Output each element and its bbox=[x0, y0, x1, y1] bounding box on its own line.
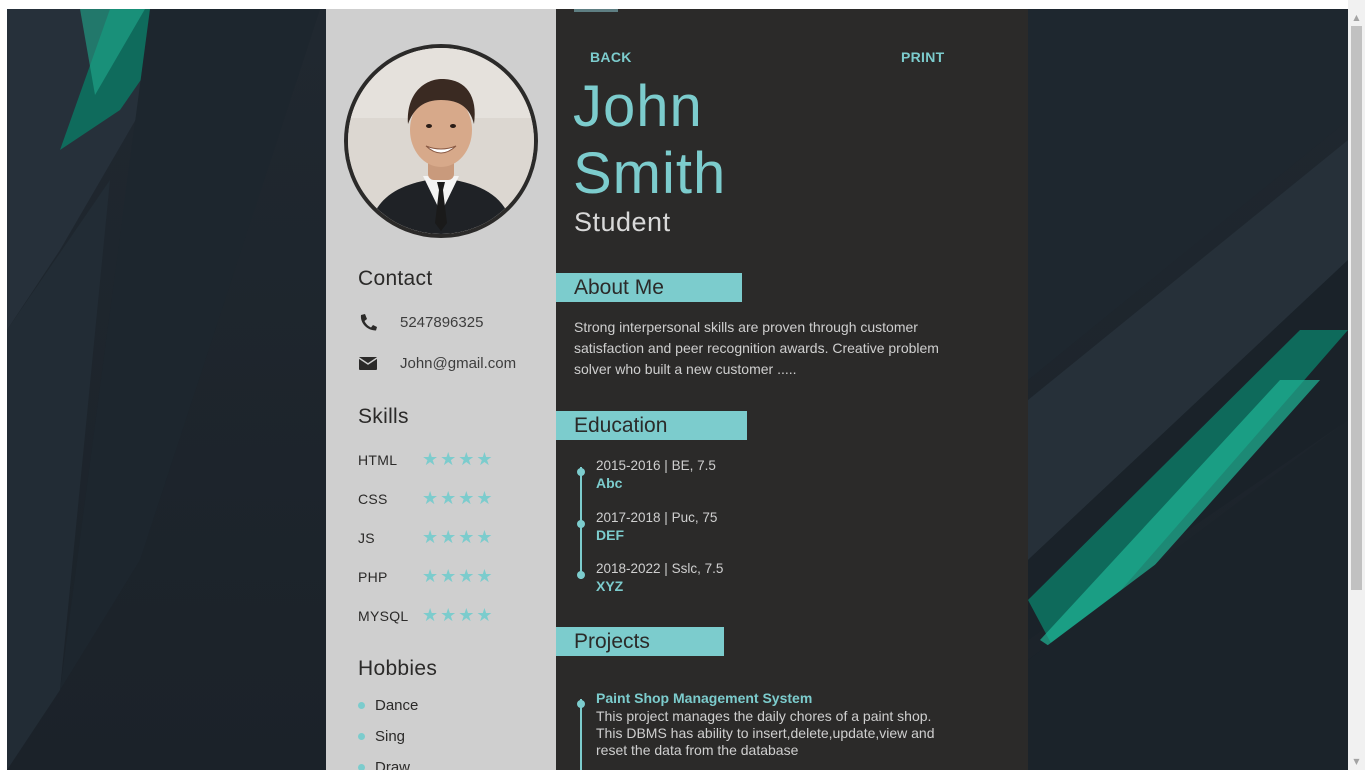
star-icon: ★ bbox=[440, 605, 457, 626]
email-address: John@gmail.com bbox=[400, 354, 517, 372]
timeline-dot bbox=[577, 700, 585, 708]
star-icon: ★ bbox=[440, 527, 457, 548]
about-heading: About Me bbox=[556, 273, 742, 302]
about-text: Strong interpersonal skills are proven t… bbox=[574, 319, 939, 377]
skill-name: JS bbox=[358, 530, 375, 546]
star-icon: ★ bbox=[476, 488, 493, 509]
scrollbar-thumb[interactable] bbox=[1351, 26, 1362, 590]
phone-icon bbox=[358, 313, 378, 331]
envelope-icon bbox=[358, 354, 378, 372]
star-icon: ★ bbox=[476, 527, 493, 548]
star-icon: ★ bbox=[422, 566, 439, 587]
star-icon: ★ bbox=[440, 566, 457, 587]
last-name: Smith bbox=[573, 141, 727, 206]
projects-heading: Projects bbox=[556, 627, 724, 656]
star-icon: ★ bbox=[458, 449, 475, 470]
hobby-label: Draw bbox=[375, 758, 411, 770]
resume-sidebar: Contact 5247896325 John@gmail.com Skills… bbox=[326, 9, 556, 770]
browser-left-edge bbox=[0, 0, 7, 770]
education-school: DEF bbox=[596, 527, 624, 543]
star-icon: ★ bbox=[458, 488, 475, 509]
education-year: 2015-2016 | BE, 7.5 bbox=[596, 458, 716, 473]
project-title: Paint Shop Management System bbox=[596, 690, 813, 706]
star-icon: ★ bbox=[422, 527, 439, 548]
education-heading: Education bbox=[556, 411, 747, 440]
skill-row-html: HTML ★ ★ ★ ★ bbox=[358, 450, 493, 470]
timeline-dot bbox=[577, 520, 585, 528]
contact-phone[interactable]: 5247896325 bbox=[358, 311, 483, 333]
bullet-icon bbox=[358, 763, 365, 770]
skill-name: HTML bbox=[358, 452, 398, 468]
education-school: Abc bbox=[596, 475, 623, 491]
back-link[interactable]: BACK bbox=[590, 49, 632, 65]
skill-row-css: CSS ★ ★ ★ ★ bbox=[358, 489, 493, 509]
star-icon: ★ bbox=[458, 605, 475, 626]
project-description: This project manages the daily chores of… bbox=[596, 708, 935, 758]
timeline-dot bbox=[577, 571, 585, 579]
page-scrollbar[interactable]: ▲ ▼ bbox=[1348, 0, 1365, 770]
job-role: Student bbox=[574, 207, 671, 237]
star-icon: ★ bbox=[422, 488, 439, 509]
browser-top-edge bbox=[0, 0, 1365, 9]
top-tab-indicator bbox=[574, 9, 618, 12]
skills-heading: Skills bbox=[358, 405, 409, 428]
star-icon: ★ bbox=[476, 449, 493, 470]
profile-photo bbox=[348, 48, 534, 234]
phone-number: 5247896325 bbox=[400, 313, 484, 331]
hobby-item: Sing bbox=[358, 726, 405, 746]
resume-card: Contact 5247896325 John@gmail.com Skills… bbox=[326, 9, 1028, 770]
resume-main: BACK PRINT John Smith Student About Me S… bbox=[556, 9, 1028, 770]
first-name: John bbox=[573, 74, 703, 139]
skill-rating: ★ ★ ★ ★ bbox=[422, 568, 493, 586]
bullet-icon bbox=[358, 732, 365, 740]
projects-timeline bbox=[580, 699, 582, 770]
print-link[interactable]: PRINT bbox=[901, 49, 945, 65]
skill-name: PHP bbox=[358, 569, 388, 585]
skill-rating: ★ ★ ★ ★ bbox=[422, 529, 493, 547]
skill-rating: ★ ★ ★ ★ bbox=[422, 490, 493, 508]
skill-rating: ★ ★ ★ ★ bbox=[422, 451, 493, 469]
star-icon: ★ bbox=[476, 605, 493, 626]
skill-row-php: PHP ★ ★ ★ ★ bbox=[358, 567, 493, 587]
skill-name: MYSQL bbox=[358, 608, 409, 624]
hobby-label: Dance bbox=[375, 696, 419, 714]
star-icon: ★ bbox=[440, 488, 457, 509]
contact-heading: Contact bbox=[358, 267, 433, 290]
timeline-dot bbox=[577, 468, 585, 476]
scroll-up-icon[interactable]: ▲ bbox=[1348, 9, 1365, 26]
star-icon: ★ bbox=[422, 605, 439, 626]
hobby-item: Dance bbox=[358, 695, 418, 715]
hobby-item: Draw bbox=[358, 757, 410, 770]
skill-row-js: JS ★ ★ ★ ★ bbox=[358, 528, 493, 548]
education-year: 2018-2022 | Sslc, 7.5 bbox=[596, 561, 724, 576]
star-icon: ★ bbox=[476, 566, 493, 587]
education-year: 2017-2018 | Puc, 75 bbox=[596, 510, 718, 525]
skill-name: CSS bbox=[358, 491, 388, 507]
skill-rating: ★ ★ ★ ★ bbox=[422, 607, 493, 625]
hobbies-heading: Hobbies bbox=[358, 657, 438, 680]
star-icon: ★ bbox=[458, 566, 475, 587]
contact-email[interactable]: John@gmail.com bbox=[358, 352, 516, 374]
hobby-label: Sing bbox=[375, 727, 406, 745]
skill-row-mysql: MYSQL ★ ★ ★ ★ bbox=[358, 606, 493, 626]
star-icon: ★ bbox=[422, 449, 439, 470]
education-school: XYZ bbox=[596, 578, 624, 594]
profile-avatar bbox=[344, 44, 538, 238]
scroll-down-icon[interactable]: ▼ bbox=[1348, 753, 1365, 770]
bullet-icon bbox=[358, 701, 365, 709]
star-icon: ★ bbox=[458, 527, 475, 548]
star-icon: ★ bbox=[440, 449, 457, 470]
